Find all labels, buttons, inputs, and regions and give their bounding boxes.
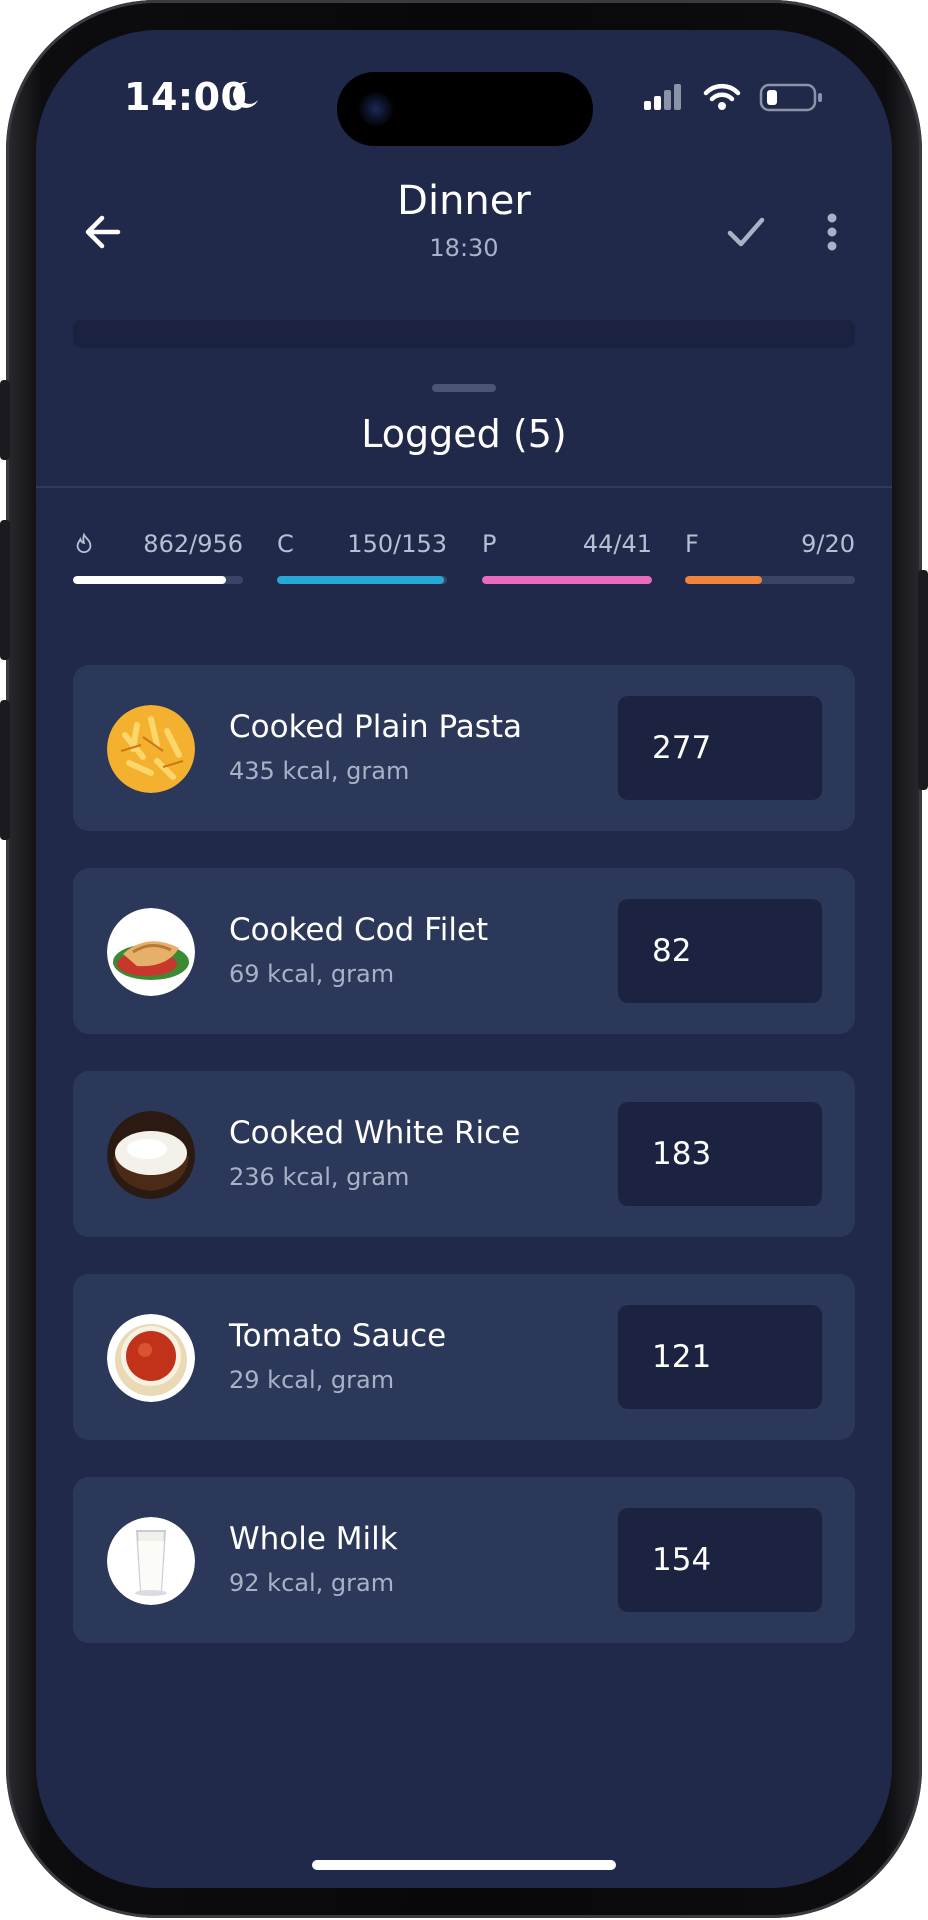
quantity-input[interactable]: 277 (618, 696, 822, 800)
protein-progress-fill (482, 576, 652, 584)
food-calories: 69 kcal, gram (229, 960, 395, 988)
food-item[interactable]: Cooked Plain Pasta 435 kcal, gram 277 (73, 665, 855, 831)
app-screen: 14:00 Dinner 18:30 Logged (5) 862/956 C … (36, 30, 892, 1888)
signal-icon (644, 84, 681, 110)
tomato-sauce-image (107, 1314, 195, 1402)
fat-value: 9/20 (801, 530, 855, 558)
calories-progress-fill (73, 576, 226, 584)
food-item[interactable]: Cooked Cod Filet 69 kcal, gram 82 (73, 868, 855, 1034)
carbs-progress (277, 576, 447, 584)
rice-image (107, 1111, 195, 1199)
food-calories: 236 kcal, gram (229, 1163, 410, 1191)
carbs-label: C (277, 530, 294, 558)
action-button (0, 380, 10, 460)
quantity-input[interactable]: 82 (618, 899, 822, 1003)
camera-icon (359, 92, 393, 126)
carbs-progress-fill (277, 576, 444, 584)
fat-progress (685, 576, 855, 584)
calories-progress (73, 576, 243, 584)
protein-label: P (482, 530, 497, 558)
fat-label: F (685, 530, 699, 558)
sheet-drag-handle[interactable] (432, 384, 496, 392)
fat-progress-fill (685, 576, 762, 584)
quantity-input[interactable]: 121 (618, 1305, 822, 1409)
carbs-value: 150/153 (347, 530, 447, 558)
home-indicator[interactable] (312, 1860, 616, 1870)
pasta-image (107, 705, 195, 793)
search-bar[interactable] (73, 320, 855, 348)
protein-value: 44/41 (582, 530, 652, 558)
quantity-input[interactable]: 154 (618, 1508, 822, 1612)
food-name: Tomato Sauce (229, 1318, 447, 1354)
divider (36, 486, 892, 488)
protein-progress (482, 576, 652, 584)
cod-image (107, 908, 195, 996)
food-item[interactable]: Cooked White Rice 236 kcal, gram 183 (73, 1071, 855, 1237)
milk-image (107, 1517, 195, 1605)
check-icon[interactable] (716, 202, 776, 262)
wifi-icon (703, 83, 741, 110)
volume-up-button (0, 520, 10, 660)
calories-value: 862/956 (143, 530, 243, 558)
food-calories: 435 kcal, gram (229, 757, 410, 785)
food-item[interactable]: Tomato Sauce 29 kcal, gram 121 (73, 1274, 855, 1440)
power-button (918, 570, 928, 790)
logged-title: Logged (5) (361, 412, 567, 456)
food-name: Whole Milk (229, 1521, 398, 1557)
quantity-input[interactable]: 183 (618, 1102, 822, 1206)
food-name: Cooked White Rice (229, 1115, 521, 1151)
status-icons (644, 83, 822, 112)
volume-down-button (0, 700, 10, 840)
food-calories: 29 kcal, gram (229, 1366, 395, 1394)
food-name: Cooked Cod Filet (229, 912, 489, 948)
food-name: Cooked Plain Pasta (229, 709, 523, 745)
calories-icon (76, 532, 92, 554)
battery-icon (759, 83, 822, 112)
food-item[interactable]: Whole Milk 92 kcal, gram 154 (73, 1477, 855, 1643)
more-options-icon[interactable] (812, 202, 852, 262)
food-calories: 92 kcal, gram (229, 1569, 395, 1597)
dynamic-island (337, 72, 593, 146)
moon-icon (233, 81, 258, 108)
